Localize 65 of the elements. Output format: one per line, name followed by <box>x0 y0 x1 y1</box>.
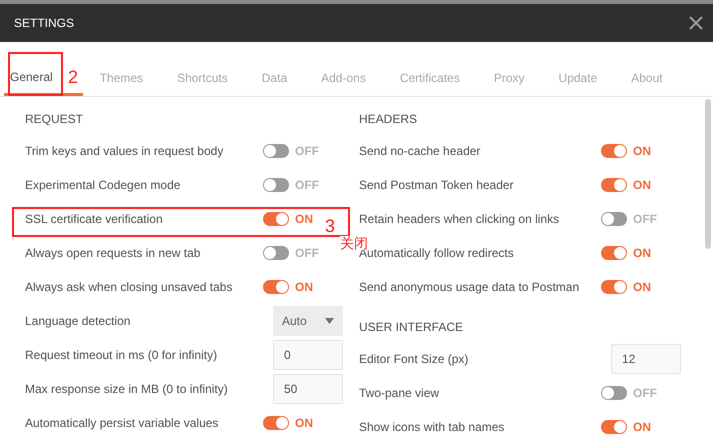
setting-label: Trim keys and values in request body <box>25 143 224 160</box>
section-heading: REQUEST <box>25 111 84 128</box>
toggle-switch[interactable] <box>601 420 627 434</box>
toggle-switch[interactable] <box>263 144 289 158</box>
setting-label: Editor Font Size (px) <box>359 351 468 368</box>
caret-down-icon <box>325 318 334 324</box>
toggle-state-label: OFF <box>633 211 657 228</box>
setting-label: Experimental Codegen mode <box>25 177 180 194</box>
setting-label: Show icons with tab names <box>359 419 504 436</box>
setting-label: Send no-cache header <box>359 143 480 160</box>
settings-tab[interactable]: Data <box>244 60 304 96</box>
toggle-state-label: ON <box>633 419 651 436</box>
toggle-switch[interactable] <box>601 280 627 294</box>
setting-label: Language detection <box>25 313 130 330</box>
setting-label: Max response size in MB (0 to infinity) <box>25 381 228 398</box>
settings-tab[interactable]: Update <box>542 60 614 96</box>
toggle-state-label: OFF <box>633 385 657 402</box>
settings-tab[interactable]: Themes <box>82 60 160 96</box>
toggle-state-label: OFF <box>295 143 319 160</box>
scrollbar-thumb[interactable] <box>705 99 711 249</box>
setting-label: Always open requests in new tab <box>25 245 200 262</box>
setting-label: SSL certificate verification <box>25 211 163 228</box>
annotation-number: 3 <box>325 215 336 238</box>
close-icon[interactable] <box>689 16 703 30</box>
annotation-number: 2 <box>68 66 78 89</box>
toggle-switch[interactable] <box>601 246 627 260</box>
setting-label: Send Postman Token header <box>359 177 514 194</box>
toggle-state-label: ON <box>295 211 313 228</box>
setting-label: Retain headers when clicking on links <box>359 211 560 228</box>
annotation-text: 关闭 <box>340 236 368 250</box>
toggle-state-label: ON <box>633 143 651 160</box>
number-input-field[interactable]: 50 <box>273 374 343 404</box>
settings-tab[interactable]: Add-ons <box>304 60 383 96</box>
toggle-switch[interactable] <box>263 416 289 430</box>
number-input-field[interactable]: 0 <box>273 340 343 370</box>
section-heading: USER INTERFACE <box>359 319 464 336</box>
toggle-switch[interactable] <box>601 178 627 192</box>
setting-label: Two-pane view <box>359 385 440 402</box>
setting-label: Send anonymous usage data to Postman <box>359 279 580 296</box>
toggle-state-label: ON <box>633 279 651 296</box>
toggle-switch[interactable] <box>601 386 627 400</box>
settings-tab[interactable]: About <box>614 60 680 96</box>
settings-tab[interactable]: Proxy <box>476 60 542 96</box>
settings-tab[interactable]: Certificates <box>382 60 477 96</box>
toggle-switch[interactable] <box>263 212 289 226</box>
toggle-state-label: OFF <box>295 245 319 262</box>
toggle-state-label: ON <box>295 279 313 296</box>
dialog-title: SETTINGS <box>14 15 74 32</box>
setting-label: Always ask when closing unsaved tabs <box>25 279 232 296</box>
toggle-state-label: ON <box>295 415 313 432</box>
setting-label: Request timeout in ms (0 for infinity) <box>25 347 218 364</box>
toggle-state-label: OFF <box>295 177 319 194</box>
toggle-switch[interactable] <box>263 280 289 294</box>
toggle-switch[interactable] <box>601 212 627 226</box>
setting-label: Automatically persist variable values <box>25 415 218 432</box>
toggle-switch[interactable] <box>263 178 289 192</box>
language-select[interactable]: Auto <box>273 306 343 336</box>
toggle-switch[interactable] <box>601 144 627 158</box>
toggle-state-label: ON <box>633 177 651 194</box>
number-input-field[interactable]: 12 <box>611 344 681 374</box>
settings-tab[interactable]: Shortcuts <box>160 60 245 96</box>
toggle-state-label: ON <box>633 245 651 262</box>
highlight-frame <box>8 52 63 96</box>
toggle-switch[interactable] <box>263 246 289 260</box>
section-heading: HEADERS <box>359 111 418 128</box>
